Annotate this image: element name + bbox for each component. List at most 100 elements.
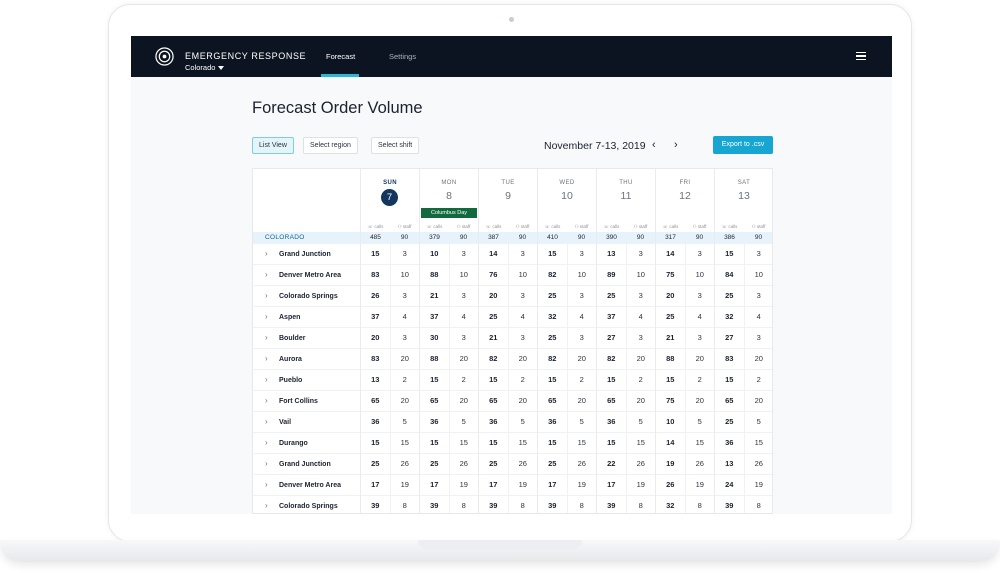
day-header[interactable]: THU 11	[597, 169, 655, 221]
chevron-right-icon[interactable]: ›	[265, 286, 279, 306]
staff-cell: 10	[389, 265, 420, 285]
table-row: 82 20	[479, 348, 537, 369]
calls-cell: 15	[607, 375, 616, 384]
table-row: 32 8	[656, 495, 714, 513]
region-row-label[interactable]: › Denver Metro Area	[253, 264, 360, 285]
chevron-right-icon[interactable]: ›	[265, 328, 279, 348]
chevron-right-icon[interactable]: ›	[265, 265, 279, 285]
staff-cell: 8	[566, 496, 597, 513]
chevron-right-icon[interactable]: ›	[265, 349, 279, 369]
table-row: 30 3	[420, 327, 478, 348]
calls-cell: 17	[371, 480, 380, 489]
staff-cell: 3	[743, 286, 773, 306]
region-row-label[interactable]: › Durango	[253, 432, 360, 453]
staff-cell: 20	[743, 391, 773, 411]
list-view-button[interactable]: List View	[252, 137, 294, 154]
day-column: SAT 13 ☏ calls ⚇ staff 386 90 15 3 84 10 25 3 32 4 27 3…	[714, 169, 773, 513]
day-header[interactable]: SUN 7	[361, 169, 419, 221]
day-header[interactable]: FRI 12	[656, 169, 714, 221]
staff-cell: 3	[684, 328, 715, 348]
calls-cell: 37	[430, 312, 439, 321]
table-row: 25 26	[538, 453, 596, 474]
staff-cell: 26	[566, 454, 597, 474]
calls-cell: 26	[666, 480, 675, 489]
day-header[interactable]: MON 8 Columbus Day	[420, 169, 478, 221]
hamburger-menu-icon[interactable]	[856, 52, 866, 60]
staff-cell: 5	[507, 412, 538, 432]
laptop-base-notch	[418, 540, 582, 550]
calls-cell: 17	[548, 480, 557, 489]
export-csv-button[interactable]: Export to .csv	[713, 136, 773, 154]
region-row-label[interactable]: › Grand Junction	[253, 453, 360, 474]
chevron-right-icon[interactable]: ›	[265, 475, 279, 495]
target-logo-icon	[155, 47, 174, 66]
table-row: 15 3	[715, 243, 772, 264]
staff-cell: 19	[625, 475, 656, 495]
chevron-right-icon[interactable]: ›	[265, 412, 279, 432]
day-header[interactable]: TUE 9	[479, 169, 537, 221]
day-column: SUN 7 ☏ calls ⚇ staff 485 90 15 3 83 10 26 3 37 4 20 3 8…	[360, 169, 420, 513]
day-header[interactable]: WED 10	[538, 169, 596, 221]
calls-cell: 15	[430, 375, 439, 384]
region-row-label[interactable]: › Denver Metro Area	[253, 474, 360, 495]
calls-cell: 83	[371, 270, 380, 279]
table-row: 15 2	[715, 369, 772, 390]
staff-cell: 4	[566, 307, 597, 327]
region-row-label[interactable]: › Aspen	[253, 306, 360, 327]
chevron-right-icon[interactable]: ›	[265, 454, 279, 474]
region-row-label[interactable]: › Vail	[253, 411, 360, 432]
chevron-right-icon[interactable]: ›	[265, 370, 279, 390]
tab-forecast[interactable]: Forecast	[326, 52, 355, 61]
select-shift-button[interactable]: Select shift	[371, 137, 420, 154]
calls-subheader: ☏ calls	[662, 224, 679, 229]
chevron-right-icon[interactable]: ›	[674, 139, 678, 151]
calls-cell: 30	[430, 333, 439, 342]
staff-cell: 8	[507, 496, 538, 513]
table-row: 37 4	[361, 306, 419, 327]
region-row-label[interactable]: › Colorado Springs	[253, 285, 360, 306]
staff-cell: 3	[625, 286, 656, 306]
region-row-label[interactable]: › Fort Collins	[253, 390, 360, 411]
select-region-button[interactable]: Select region	[303, 137, 358, 154]
region-row-label[interactable]: › Boulder	[253, 327, 360, 348]
day-header[interactable]: SAT 13	[715, 169, 772, 221]
summary-staff-cell: 90	[577, 234, 586, 241]
table-row: 39 8	[479, 495, 538, 513]
region-dropdown-label: Colorado	[185, 63, 216, 72]
staff-cell: 3	[625, 244, 656, 264]
chevron-right-icon[interactable]: ›	[265, 496, 279, 513]
day-column: TUE 9 ☏ calls ⚇ staff 387 90 14 3 76 10 20 3 25 4 21 3 8…	[478, 169, 538, 513]
calls-cell: 17	[430, 480, 439, 489]
tab-settings[interactable]: Settings	[389, 52, 416, 61]
calls-cell: 82	[548, 270, 557, 279]
table-row: 25 26	[479, 453, 537, 474]
region-row-label[interactable]: › Colorado Springs	[253, 495, 360, 513]
table-row: 25 3	[538, 327, 596, 348]
region-row-label[interactable]: › Aurora	[253, 348, 360, 369]
chevron-right-icon[interactable]: ›	[265, 391, 279, 411]
region-row-label[interactable]: › Grand Junction	[253, 243, 360, 264]
table-row: 26 3	[361, 285, 419, 306]
table-row: 82 20	[538, 348, 596, 369]
chevron-right-icon[interactable]: ›	[265, 244, 279, 264]
staff-cell: 10	[566, 265, 597, 285]
calls-cell: 88	[430, 270, 439, 279]
staff-cell: 3	[625, 328, 656, 348]
chevron-left-icon[interactable]: ‹	[652, 139, 656, 151]
region-dropdown[interactable]: Colorado	[185, 63, 225, 72]
calls-cell: 83	[725, 354, 734, 363]
calls-cell: 39	[489, 501, 498, 510]
region-name: Aspen	[279, 314, 301, 321]
column-subheader: ☏ calls ⚇ staff	[715, 221, 772, 232]
table-row: 36 5	[361, 411, 419, 432]
chevron-right-icon[interactable]: ›	[265, 433, 279, 453]
calls-cell: 88	[430, 354, 439, 363]
table-row: 36 5	[479, 411, 537, 432]
calls-subheader: ☏ calls	[721, 224, 738, 229]
table-row: 25 3	[538, 285, 596, 306]
staff-subheader: ⚇ staff	[515, 224, 530, 229]
chevron-right-icon[interactable]: ›	[265, 307, 279, 327]
region-row-label[interactable]: › Pueblo	[253, 369, 360, 390]
table-row: 83 20	[361, 348, 419, 369]
holiday-badge: Columbus Day	[421, 208, 477, 218]
